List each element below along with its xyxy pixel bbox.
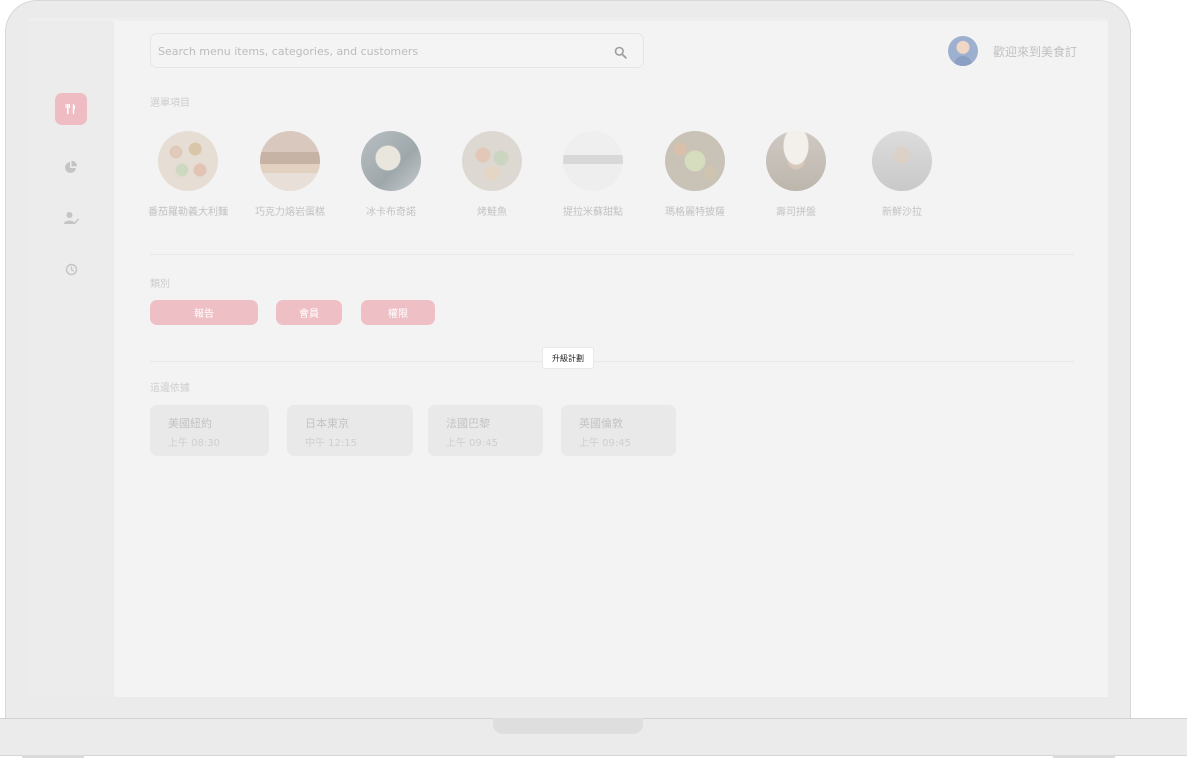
menu-item-name: 番茄羅勒義大利麵	[148, 207, 228, 218]
laptop-foot-right	[1053, 755, 1115, 758]
timezone-city: 日本東京	[305, 417, 349, 430]
sidebar	[27, 21, 114, 697]
menu-item[interactable]: 番茄羅勒義大利麵	[138, 131, 238, 218]
section-divider	[150, 361, 1074, 362]
menu-item-name: 巧克力熔岩蛋糕	[255, 207, 325, 218]
menu-item-image	[361, 131, 421, 191]
timezone-city: 美國紐約	[168, 417, 212, 430]
timezone-time: 中午 12:15	[305, 438, 357, 449]
menu-item-image	[158, 131, 218, 191]
menu-item-name: 冰卡布奇諾	[366, 207, 416, 218]
pie-chart-icon	[64, 159, 78, 178]
menu-item-name: 壽司拼盤	[776, 207, 816, 218]
menu-item-image	[872, 131, 932, 191]
category-chip-permissions[interactable]: 權限	[361, 300, 435, 325]
menu-item-image	[462, 131, 522, 191]
menu-item-name: 瑪格麗特披薩	[665, 207, 725, 218]
menu-item-name: 新鮮沙拉	[882, 207, 922, 218]
sidebar-item-menu[interactable]	[55, 93, 87, 125]
category-chip-reports[interactable]: 報告	[150, 300, 258, 325]
timezone-city: 法國巴黎	[446, 417, 490, 430]
menu-item[interactable]: 巧克力熔岩蛋糕	[240, 131, 340, 218]
sidebar-item-analytics[interactable]	[55, 152, 87, 184]
section-divider	[150, 254, 1074, 255]
sidebar-item-users[interactable]	[55, 203, 87, 235]
search-bar[interactable]: Search menu items, categories, and custo…	[150, 33, 644, 68]
timezone-card[interactable]: 法國巴黎 上午 09:45	[428, 405, 543, 456]
menu-item[interactable]: 冰卡布奇諾	[341, 131, 441, 218]
timezone-card[interactable]: 英國倫敦 上午 09:45	[561, 405, 676, 456]
menu-item-image	[563, 131, 623, 191]
user-avatar[interactable]	[948, 36, 978, 66]
sidebar-item-history[interactable]	[55, 254, 87, 286]
category-section-label: 類別	[150, 279, 170, 290]
laptop-foot-left	[22, 755, 84, 758]
welcome-text: 歡迎來到美食訂	[993, 45, 1078, 59]
search-icon[interactable]	[614, 44, 627, 63]
timezone-time: 上午 09:45	[579, 438, 631, 449]
laptop-notch	[493, 718, 643, 734]
menu-item[interactable]: 烤鮭魚	[442, 131, 542, 218]
timezone-time: 上午 09:45	[446, 438, 498, 449]
timezone-section-label: 這邊依據	[150, 383, 190, 394]
menu-item-name: 提拉米蘇甜點	[563, 207, 623, 218]
menu-item[interactable]: 壽司拼盤	[746, 131, 846, 218]
timezone-city: 英國倫敦	[579, 417, 623, 430]
menu-item-image	[665, 131, 725, 191]
menu-item[interactable]: 新鮮沙拉	[852, 131, 952, 218]
main-content: Search menu items, categories, and custo…	[114, 21, 1108, 697]
category-chip-members[interactable]: 會員	[276, 300, 342, 325]
user-edit-icon	[63, 210, 79, 229]
timezone-card[interactable]: 美國紐約 上午 08:30	[150, 405, 269, 456]
timezone-time: 上午 08:30	[168, 438, 220, 449]
upgrade-plan-tooltip[interactable]: 升級計劃	[542, 347, 594, 369]
search-input[interactable]: Search menu items, categories, and custo…	[158, 45, 418, 58]
menu-section-label: 選單項目	[150, 98, 190, 109]
history-icon	[65, 261, 78, 280]
menu-item-name: 烤鮭魚	[477, 207, 507, 218]
utensils-icon	[65, 100, 77, 119]
timezone-card[interactable]: 日本東京 中午 12:15	[287, 405, 413, 456]
menu-item[interactable]: 提拉米蘇甜點	[543, 131, 643, 218]
menu-item[interactable]: 瑪格麗特披薩	[645, 131, 745, 218]
menu-item-image	[766, 131, 826, 191]
menu-item-image	[260, 131, 320, 191]
